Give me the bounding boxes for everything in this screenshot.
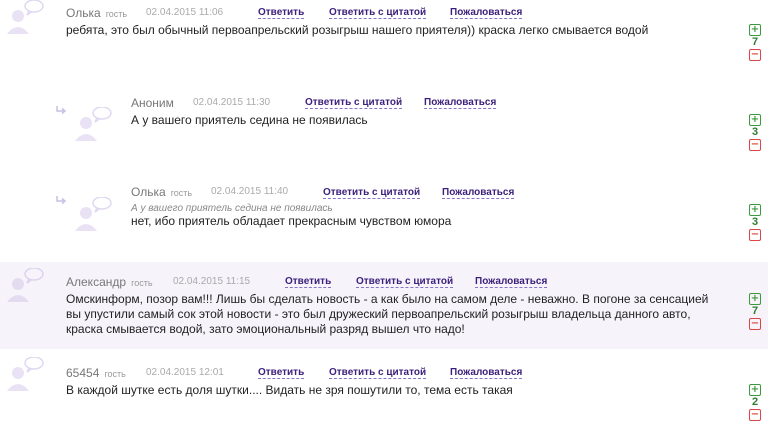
upvote-button[interactable]: + [749, 114, 761, 126]
downvote-button[interactable]: − [749, 409, 761, 421]
comment-1: Олька гость 02.04.2015 11:06 Ответить От… [0, 0, 768, 85]
quote-reply-link[interactable]: Ответить с цитатой [323, 187, 421, 199]
comment-header: Александр гость [66, 275, 153, 289]
comment-5: 65454 гость 02.04.2015 12:01 Ответить От… [0, 349, 768, 437]
vote-widget: + 3 − [748, 204, 762, 241]
reply-link[interactable]: Ответить [258, 7, 305, 19]
comment-text: Омскинформ, позор вам!!! Лишь бы сделать… [66, 292, 709, 336]
guest-badge: гость [131, 278, 153, 288]
comment-text: ребята, это был обычный первоапрельский … [66, 23, 649, 37]
comment-3: Олька гость 02.04.2015 11:40 Ответить с … [0, 175, 768, 262]
vote-score: 2 [751, 396, 759, 408]
avatar-icon [75, 107, 112, 141]
downvote-button[interactable]: − [749, 49, 761, 61]
downvote-button[interactable]: − [749, 229, 761, 241]
vote-widget: + 7 − [748, 293, 762, 330]
avatar-icon [7, 268, 44, 302]
report-link[interactable]: Пожаловаться [424, 97, 497, 109]
comment-date: 02.04.2015 11:30 [193, 97, 271, 108]
quoted-text: А у вашего приятель седина не появилась [131, 203, 333, 214]
author-name: Олька [66, 6, 101, 20]
quote-reply-link[interactable]: Ответить с цитатой [356, 276, 454, 288]
guest-badge: гость [170, 188, 193, 198]
vote-score: 3 [751, 126, 759, 138]
comment-date: 02.04.2015 11:15 [173, 276, 251, 287]
vote-widget: + 7 − [748, 24, 762, 61]
upvote-button[interactable]: + [749, 204, 761, 216]
quote-reply-link[interactable]: Ответить с цитатой [329, 7, 427, 19]
guest-badge: гость [105, 9, 128, 19]
report-link[interactable]: Пожаловаться [475, 276, 548, 288]
comment-date: 02.04.2015 11:06 [146, 7, 224, 18]
downvote-button[interactable]: − [749, 318, 761, 330]
vote-score: 7 [751, 36, 759, 48]
comment-text: В каждой шутке есть доля шутки.... Видат… [66, 383, 513, 397]
vote-score: 7 [751, 305, 759, 317]
report-link[interactable]: Пожаловаться [450, 7, 523, 19]
upvote-button[interactable]: + [749, 384, 761, 396]
author-name: Аноним [131, 96, 174, 110]
report-link[interactable]: Пожаловаться [442, 187, 515, 199]
avatar-icon [75, 197, 112, 231]
reply-arrow-icon [56, 196, 66, 205]
reply-link[interactable]: Ответить [285, 276, 332, 288]
comment-date: 02.04.2015 11:40 [211, 186, 289, 197]
downvote-button[interactable]: − [749, 139, 761, 151]
vote-widget: + 2 − [748, 384, 762, 421]
vote-score: 3 [751, 216, 759, 228]
comment-date: 02.04.2015 12:01 [146, 367, 224, 378]
comment-text: нет, ибо приятель обладает прекрасным чу… [131, 214, 452, 228]
reply-arrow-icon [56, 106, 66, 115]
avatar-icon [7, 0, 44, 34]
comment-2: Аноним 02.04.2015 11:30 Ответить с цитат… [0, 85, 768, 175]
comment-text: А у вашего приятель седина не появилась [131, 113, 368, 127]
comment-header: Аноним [131, 96, 174, 110]
avatar-icon [7, 357, 44, 391]
upvote-button[interactable]: + [749, 293, 761, 305]
quote-reply-link[interactable]: Ответить с цитатой [329, 367, 427, 379]
author-name: Олька [131, 185, 166, 199]
quote-reply-link[interactable]: Ответить с цитатой [305, 97, 403, 109]
comment-4: Александр гость 02.04.2015 11:15 Ответит… [0, 262, 768, 349]
comment-header: Олька гость [66, 6, 127, 20]
author-name: Александр [66, 275, 127, 289]
author-name: 65454 [66, 366, 100, 380]
comment-header: 65454 гость [66, 366, 126, 380]
reply-link[interactable]: Ответить [258, 367, 305, 379]
report-link[interactable]: Пожаловаться [450, 367, 523, 379]
comment-header: Олька гость [131, 185, 192, 199]
vote-widget: + 3 − [748, 114, 762, 151]
guest-badge: гость [104, 369, 126, 379]
upvote-button[interactable]: + [749, 24, 761, 36]
